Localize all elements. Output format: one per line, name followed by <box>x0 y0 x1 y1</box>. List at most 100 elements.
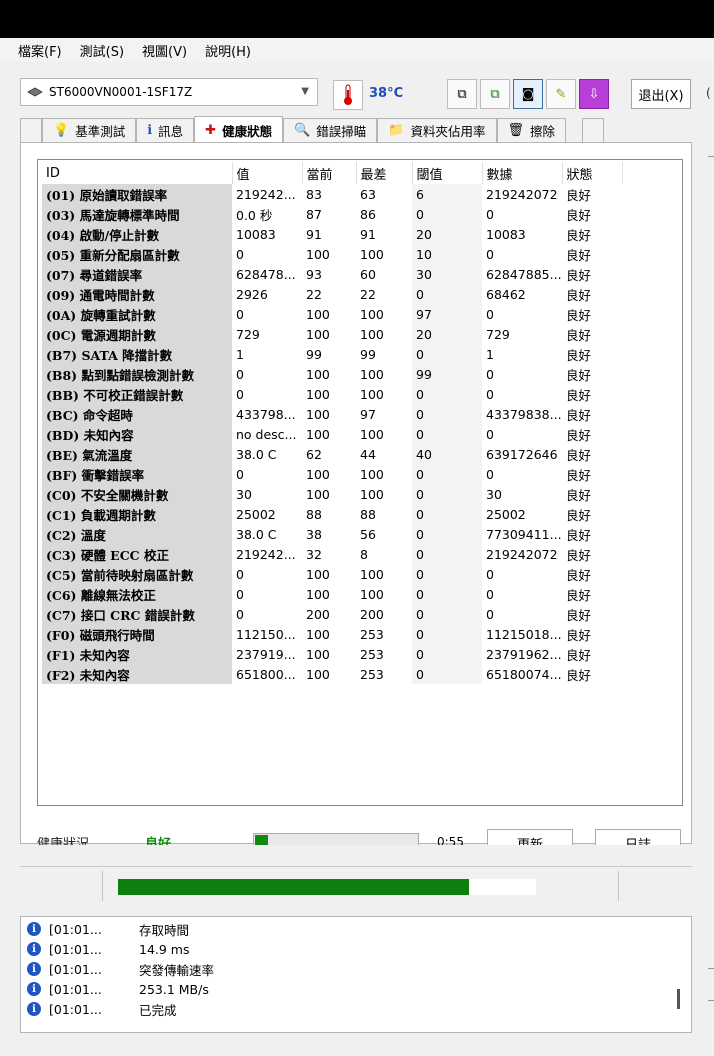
attribute-worst: 56 <box>360 526 376 542</box>
table-row[interactable]: (F1) 未知內容 237919... 100 253 0 23791962... 良好 <box>42 644 622 664</box>
wrench-icon: ✎ <box>555 86 567 102</box>
exit-button[interactable]: 退出(X) <box>631 79 691 109</box>
copy-all-button[interactable]: ⧉ <box>480 79 510 109</box>
table-row[interactable]: (C5) 當前待映射扇區計數 0 100 100 0 0 良好 <box>42 564 622 584</box>
table-row[interactable]: (0C) 電源週期計數 729 100 100 20 729 良好 <box>42 324 622 344</box>
table-row[interactable]: (BE) 氣流溫度 38.0 C 62 44 40 639172646 良好 <box>42 444 622 464</box>
table-row[interactable]: (C2) 溫度 38.0 C 38 56 0 77309411... 良好 <box>42 524 622 544</box>
log-entry: i [01:01... 已完成 <box>27 999 177 1019</box>
attribute-threshold: 0 <box>412 344 482 364</box>
col-threshold[interactable]: 閾值 <box>412 162 483 184</box>
attribute-current: 200 <box>306 606 330 622</box>
table-row[interactable]: (04) 啟動/停止計數 10083 91 91 20 10083 良好 <box>42 224 622 244</box>
download-button[interactable]: ⇩ <box>579 79 609 109</box>
menu-help[interactable]: 說明(H) <box>205 41 251 60</box>
attribute-status: 良好 <box>566 247 592 263</box>
attribute-data: 0 <box>486 426 494 442</box>
attribute-worst: 100 <box>360 426 384 442</box>
smart-table[interactable]: ID 值 當前 最差 閾值 數據 狀態 (01) 原始讀取錯誤率 219242..… <box>37 159 683 806</box>
drive-select[interactable]: ST6000VN0001-1SF17Z ▼ <box>20 78 318 106</box>
info-icon: i <box>27 922 41 936</box>
table-row[interactable]: (F2) 未知內容 651800... 100 253 0 65180074... 良好 <box>42 664 622 684</box>
table-row[interactable]: (09) 通電時間計數 2926 22 22 0 68462 良好 <box>42 284 622 304</box>
tab-error-scan[interactable]: 🔍 錯誤掃瞄 <box>283 118 378 142</box>
attribute-status: 良好 <box>566 527 592 543</box>
attribute-value: 10083 <box>236 226 276 242</box>
attribute-id: (F1) 未知內容 <box>42 644 232 664</box>
attribute-worst: 8 <box>360 546 368 562</box>
magnifier-icon: 🔍 <box>294 123 311 138</box>
tools-button[interactable]: ✎ <box>546 79 576 109</box>
temperature-button[interactable] <box>333 80 363 110</box>
attribute-data: 23791962... <box>486 646 562 662</box>
attribute-value: 237919... <box>236 646 296 662</box>
download-icon: ⇩ <box>588 86 600 102</box>
attribute-status: 良好 <box>566 187 592 203</box>
attribute-current: 83 <box>306 186 322 202</box>
log-panel[interactable]: i [01:01... 存取時間 i [01:01... 14.9 ms i [01:01..… <box>20 916 692 1033</box>
col-id[interactable]: ID <box>42 162 233 184</box>
refresh-button[interactable]: 更新 <box>487 829 573 845</box>
attribute-value: 25002 <box>236 506 276 522</box>
attribute-status: 良好 <box>566 427 592 443</box>
attribute-value: 729 <box>236 326 260 342</box>
tab-folder-usage[interactable]: 📁 資料夾佔用率 <box>377 118 497 142</box>
table-row[interactable]: (B8) 點到點錯誤檢測計數 0 100 100 99 0 良好 <box>42 364 622 384</box>
attribute-id: (C6) 離線無法校正 <box>42 584 232 604</box>
table-row[interactable]: (C1) 負載週期計數 25002 88 88 0 25002 良好 <box>42 504 622 524</box>
attribute-worst: 63 <box>360 186 376 202</box>
log-message: 14.9 ms <box>139 941 190 957</box>
col-current[interactable]: 當前 <box>302 162 357 184</box>
attribute-worst: 100 <box>360 566 384 582</box>
tab-benchmark[interactable]: 💡 基準測試 <box>42 118 137 142</box>
table-row[interactable]: (01) 原始讀取錯誤率 219242... 83 63 6 219242072 良好 <box>42 184 622 204</box>
attribute-threshold: 6 <box>412 184 482 204</box>
table-row[interactable]: (03) 馬達旋轉標準時間 0.0 秒 87 86 0 0 良好 <box>42 204 622 224</box>
log-button[interactable]: 日誌 <box>595 829 681 845</box>
log-scrollbar[interactable] <box>677 989 680 1009</box>
attribute-current: 100 <box>306 306 330 322</box>
attribute-current: 100 <box>306 386 330 402</box>
attribute-id: (C3) 硬體 ECC 校正 <box>42 544 232 564</box>
log-time: [01:01... <box>49 921 102 937</box>
menu-test[interactable]: 測試(S) <box>80 41 124 60</box>
table-row[interactable]: (C7) 接口 CRC 錯誤計數 0 200 200 0 0 良好 <box>42 604 622 624</box>
tab-blank-left <box>20 118 42 142</box>
table-row[interactable]: (F0) 磁頭飛行時間 112150... 100 253 0 11215018... 良好 <box>42 624 622 644</box>
table-row[interactable]: (C6) 離線無法校正 0 100 100 0 0 良好 <box>42 584 622 604</box>
attribute-data: 219242072 <box>486 186 558 202</box>
attribute-id: (BB) 不可校正錯誤計數 <box>42 384 232 404</box>
tab-erase[interactable]: 🗑 擦除 <box>496 118 567 142</box>
table-row[interactable]: (05) 重新分配扇區計數 0 100 100 10 0 良好 <box>42 244 622 264</box>
attribute-value: 38.0 C <box>236 446 277 462</box>
table-row[interactable]: (BF) 衝擊錯誤率 0 100 100 0 0 良好 <box>42 464 622 484</box>
menu-view[interactable]: 視圖(V) <box>142 41 187 60</box>
col-value[interactable]: 值 <box>232 162 303 184</box>
attribute-id: (BE) 氣流溫度 <box>42 444 232 464</box>
col-data[interactable]: 數據 <box>482 162 563 184</box>
col-status[interactable]: 狀態 <box>562 162 623 184</box>
attribute-current: 100 <box>306 666 330 682</box>
table-row[interactable]: (BB) 不可校正錯誤計數 0 100 100 0 0 良好 <box>42 384 622 404</box>
table-row[interactable]: (07) 尋道錯誤率 628478... 93 60 30 62847885... 良好 <box>42 264 622 284</box>
log-message: 已完成 <box>139 1002 177 1018</box>
screenshot-button[interactable]: ◙ <box>513 79 543 109</box>
menu-file[interactable]: 檔案(F) <box>18 41 62 60</box>
attribute-current: 100 <box>306 626 330 642</box>
tab-info[interactable]: ℹ 訊息 <box>136 118 195 142</box>
attribute-value: 0.0 秒 <box>236 207 273 223</box>
attribute-worst: 200 <box>360 606 384 622</box>
table-row[interactable]: (B7) SATA 降擋計數 1 99 99 0 1 良好 <box>42 344 622 364</box>
copy-button[interactable]: ⧉ <box>447 79 477 109</box>
elapsed-time: 0:55 <box>437 835 464 845</box>
table-row[interactable]: (BC) 命令超時 433798... 100 97 0 43379838... 良好 <box>42 404 622 424</box>
attribute-threshold: 0 <box>412 424 482 444</box>
table-row[interactable]: (C3) 硬體 ECC 校正 219242... 32 8 0 219242072 良好 <box>42 544 622 564</box>
divider <box>102 871 103 901</box>
table-row[interactable]: (0A) 旋轉重試計數 0 100 100 97 0 良好 <box>42 304 622 324</box>
table-row[interactable]: (C0) 不安全關機計數 30 100 100 0 30 良好 <box>42 484 622 504</box>
col-worst[interactable]: 最差 <box>356 162 413 184</box>
attribute-data: 729 <box>486 326 510 342</box>
tab-health[interactable]: ✚ 健康狀態 <box>194 116 284 143</box>
table-row[interactable]: (BD) 未知內容 no desc... 100 100 0 0 良好 <box>42 424 622 444</box>
